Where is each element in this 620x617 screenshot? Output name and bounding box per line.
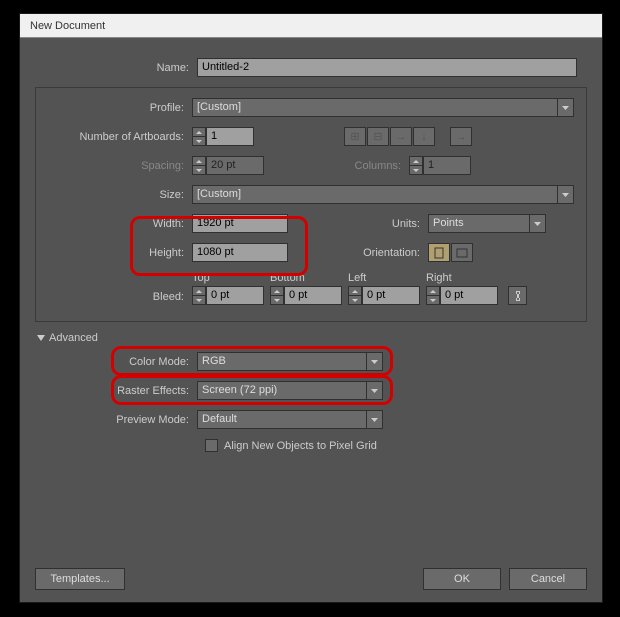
bleed-top-label: Top <box>192 272 264 284</box>
chevron-down-icon <box>557 185 574 204</box>
width-label: Width: <box>42 218 192 230</box>
artboards-stepper[interactable]: 1 <box>192 127 254 146</box>
orientation-portrait-icon[interactable] <box>428 243 450 262</box>
align-checkbox[interactable]: Align New Objects to Pixel Grid <box>205 439 587 452</box>
size-select[interactable]: [Custom] <box>192 185 574 204</box>
height-input[interactable]: 1080 pt <box>192 243 288 262</box>
bleed-left-label: Left <box>348 272 420 284</box>
chevron-down-icon <box>557 98 574 117</box>
bleed-left-stepper[interactable]: 0 pt <box>348 286 420 305</box>
bleed-bottom-label: Bottom <box>270 272 342 284</box>
grid-by-row-icon[interactable]: ⊞ <box>344 127 366 146</box>
templates-button[interactable]: Templates... <box>35 568 125 590</box>
link-bleed-icon[interactable] <box>508 286 527 305</box>
chevron-down-icon <box>366 381 383 400</box>
bleed-right-stepper[interactable]: 0 pt <box>426 286 498 305</box>
chevron-down-icon <box>366 410 383 429</box>
bleed-label: Bleed: <box>42 291 192 305</box>
size-label: Size: <box>42 189 192 201</box>
rtl-icon[interactable]: → <box>450 127 472 146</box>
ok-button[interactable]: OK <box>423 568 501 590</box>
raster-label: Raster Effects: <box>35 385 197 397</box>
artboards-label: Number of Artboards: <box>42 131 192 143</box>
chevron-down-icon <box>366 352 383 371</box>
name-input[interactable]: Untitled-2 <box>197 58 577 77</box>
profile-label: Profile: <box>42 102 192 114</box>
raster-select[interactable]: Screen (72 ppi) <box>197 381 383 400</box>
dialog-title: New Document <box>20 14 602 38</box>
orientation-landscape-icon[interactable] <box>451 243 473 262</box>
bleed-top-stepper[interactable]: 0 pt <box>192 286 264 305</box>
columns-label: Columns: <box>264 160 409 172</box>
arrange-row-icon[interactable]: → <box>390 127 412 146</box>
columns-stepper: 1 <box>409 156 471 175</box>
spacing-label: Spacing: <box>42 160 192 172</box>
orientation-label: Orientation: <box>288 247 428 259</box>
preview-label: Preview Mode: <box>35 414 197 426</box>
units-label: Units: <box>288 218 428 230</box>
color-mode-select[interactable]: RGB <box>197 352 383 371</box>
chevron-down-icon <box>529 214 546 233</box>
arrange-col-icon[interactable]: ↓ <box>413 127 435 146</box>
chevron-down-icon <box>37 334 45 342</box>
width-input[interactable]: 1920 pt <box>192 214 288 233</box>
profile-select[interactable]: [Custom] <box>192 98 574 117</box>
bleed-bottom-stepper[interactable]: 0 pt <box>270 286 342 305</box>
new-document-dialog: New Document Name: Untitled-2 Profile: [… <box>19 13 603 603</box>
name-label: Name: <box>35 62 197 74</box>
grid-by-col-icon[interactable]: ⊟ <box>367 127 389 146</box>
bleed-right-label: Right <box>426 272 498 284</box>
color-mode-label: Color Mode: <box>35 356 197 368</box>
preview-select[interactable]: Default <box>197 410 383 429</box>
units-select[interactable]: Points <box>428 214 546 233</box>
main-panel: Profile: [Custom] Number of Artboards: 1… <box>35 87 587 322</box>
spacing-stepper: 20 pt <box>192 156 264 175</box>
checkbox-icon <box>205 439 218 452</box>
cancel-button[interactable]: Cancel <box>509 568 587 590</box>
advanced-toggle[interactable]: Advanced <box>37 332 587 344</box>
height-label: Height: <box>42 247 192 259</box>
